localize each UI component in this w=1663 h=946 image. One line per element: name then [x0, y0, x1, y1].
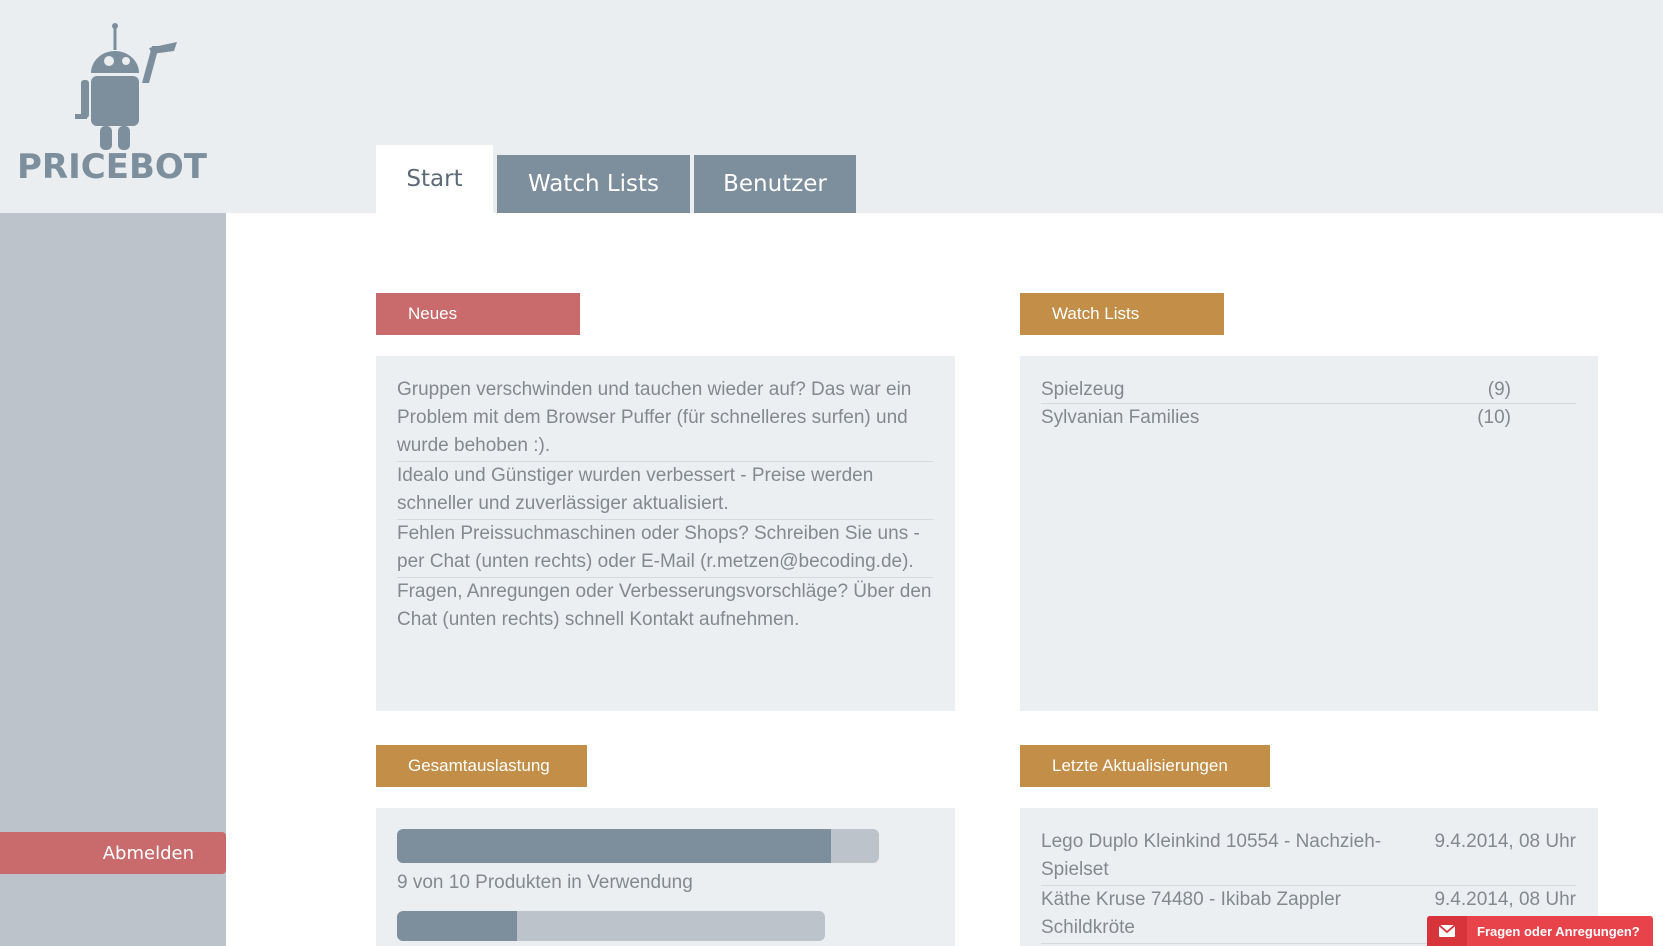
logo-text: PRICEBOT — [17, 147, 208, 187]
updates-heading: Letzte Aktualisierungen — [1020, 745, 1270, 787]
tab-benutzer[interactable]: Benutzer — [694, 155, 856, 213]
news-list: Gruppen verschwinden und tauchen wieder … — [376, 356, 955, 635]
products-usage-text: 9 von 10 Produkten in Verwendung — [397, 872, 693, 893]
news-item: Fragen, Anregungen oder Verbesserungsvor… — [397, 581, 932, 630]
update-date: 9.4.2014, 08 Uhr — [1434, 831, 1576, 852]
products-usage-bar-fill — [397, 829, 831, 863]
tab-watch-lists[interactable]: Watch Lists — [497, 155, 690, 213]
tab-start[interactable]: Start — [376, 145, 493, 213]
chat-feedback-button[interactable]: Fragen oder Anregungen? — [1427, 916, 1653, 946]
update-item[interactable]: Lego Duplo Kleinkind 10554 - Nachzieh-Sp… — [1041, 828, 1576, 886]
secondary-usage-bar — [397, 911, 825, 941]
update-product-name: Käthe Kruse 74480 - Ikibab Zappler Schil… — [1041, 889, 1341, 938]
logout-button[interactable]: Abmelden — [0, 832, 226, 874]
main-tabs: Start Watch Lists Benutzer — [376, 145, 856, 213]
watchlists-heading: Watch Lists — [1020, 293, 1224, 335]
watchlist-item-sylvanian-families[interactable]: Sylvanian Families (10) — [1041, 404, 1576, 431]
news-item: Idealo und Günstiger wurden verbessert -… — [397, 462, 933, 520]
watchlist-count: (10) — [1477, 407, 1511, 428]
usage-heading: Gesamtauslastung — [376, 745, 587, 787]
chat-label: Fragen oder Anregungen? — [1477, 923, 1640, 939]
news-item: Gruppen verschwinden und tauchen wieder … — [397, 376, 933, 462]
pricebot-logo[interactable]: PRICEBOT — [8, 18, 220, 198]
news-panel: Gruppen verschwinden und tauchen wieder … — [376, 356, 955, 711]
watchlist-count: (9) — [1487, 379, 1511, 400]
update-product-name: Lego Duplo Kleinkind 10554 - Nachzieh-Sp… — [1041, 831, 1382, 880]
secondary-usage-bar-fill — [397, 911, 517, 941]
envelope-icon — [1427, 916, 1467, 946]
watchlists-list: Spielzeug (9) Sylvanian Families (10) — [1020, 356, 1598, 431]
robot-logo-icon: PRICEBOT — [17, 23, 208, 187]
watchlist-name: Sylvanian Families — [1041, 407, 1200, 428]
watchlist-item-spielzeug[interactable]: Spielzeug (9) — [1041, 376, 1576, 404]
products-usage-bar — [397, 829, 879, 863]
news-heading: Neues — [376, 293, 580, 335]
news-item: Fehlen Preissuchmaschinen oder Shops? Sc… — [397, 520, 933, 578]
watchlists-panel: Spielzeug (9) Sylvanian Families (10) — [1020, 356, 1598, 711]
watchlist-name: Spielzeug — [1041, 379, 1125, 400]
